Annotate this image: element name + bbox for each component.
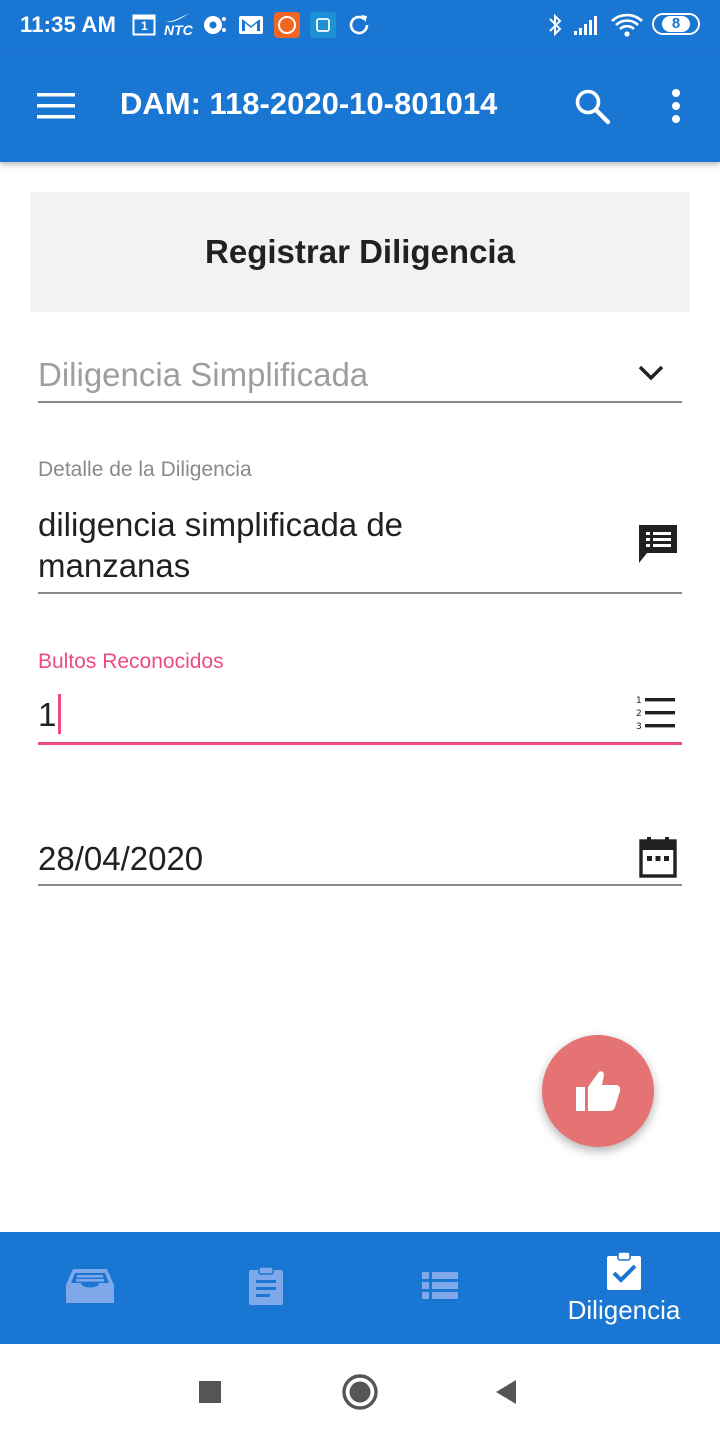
assignment-check-icon [607, 1250, 641, 1290]
recents-button[interactable] [186, 1368, 234, 1416]
home-icon [342, 1374, 378, 1410]
signal-icon [572, 12, 602, 38]
chevron-down-icon [634, 356, 668, 390]
bultos-label: Bultos Reconocidos [38, 650, 224, 673]
diligencia-type-value: Diligencia Simplificada [38, 356, 369, 393]
calendar-icon: 1 [132, 12, 156, 38]
menu-button[interactable] [28, 80, 84, 132]
status-bar: 11:35 AM 1 NTC 8 [0, 0, 720, 50]
gmail-icon [238, 12, 264, 38]
approve-fab-button[interactable] [542, 1035, 654, 1147]
detalle-underline [38, 592, 682, 594]
fecha-value: 28/04/2020 [38, 840, 204, 877]
svg-text:2: 2 [636, 709, 642, 719]
nav-item-bandeja[interactable] [0, 1232, 180, 1344]
nav-item-diligencia[interactable]: Diligencia [534, 1232, 714, 1344]
dropdown-underline [38, 401, 682, 403]
back-icon [496, 1380, 516, 1404]
ntc-label: NTC [164, 22, 193, 38]
bottom-navigation: Diligencia [0, 1232, 720, 1344]
nav-item-clipboard[interactable] [176, 1232, 356, 1344]
status-time: 11:35 AM [20, 12, 117, 37]
list-icon [422, 1272, 458, 1299]
detalle-value-line2: manzanas [38, 547, 191, 584]
nike-ntc-icon: NTC [164, 12, 193, 38]
pokeball-icon [202, 12, 228, 38]
bultos-value: 1 [38, 696, 57, 733]
search-icon [575, 89, 611, 125]
nav-label-diligencia: Diligencia [567, 1294, 681, 1325]
sync-icon [346, 12, 372, 38]
detalle-value-line1: diligencia simplificada de [38, 506, 404, 543]
calendar-icon[interactable] [638, 835, 678, 879]
detalle-label: Detalle de la Diligencia [38, 458, 252, 481]
bluetooth-icon [546, 12, 564, 38]
fecha-field[interactable]: 28/04/2020 [38, 830, 682, 890]
detalle-field[interactable]: Detalle de la Diligencia diligencia simp… [38, 456, 682, 596]
battery-icon: 8 [652, 13, 700, 35]
app-blue-icon [310, 12, 336, 38]
home-button[interactable] [336, 1368, 384, 1416]
calendar-day: 1 [141, 19, 148, 33]
diligencia-type-dropdown[interactable]: Diligencia Simplificada [38, 346, 682, 406]
battery-level: 8 [661, 16, 691, 32]
svg-text:3: 3 [636, 722, 642, 730]
nav-item-lista[interactable] [350, 1232, 530, 1344]
more-options-button[interactable] [652, 82, 700, 130]
search-button[interactable] [566, 82, 618, 130]
numbered-list-icon: 1 2 3 [634, 692, 678, 732]
thumb-up-icon [576, 1071, 621, 1111]
clipboard-icon [249, 1266, 283, 1305]
comment-list-icon [636, 522, 680, 566]
system-navigation-bar [0, 1344, 720, 1440]
app-bar: DAM: 118-2020-10-801014 [0, 50, 720, 162]
wifi-icon [610, 12, 644, 38]
svg-text:1: 1 [636, 696, 642, 706]
text-cursor [58, 694, 62, 734]
menu-icon [37, 93, 75, 119]
recents-icon [199, 1381, 221, 1403]
app-orange-icon [274, 12, 300, 38]
more-vert-icon [672, 89, 680, 123]
inbox-icon [66, 1269, 114, 1303]
fecha-underline [38, 884, 682, 886]
section-title: Registrar Diligencia [205, 233, 515, 270]
back-button[interactable] [482, 1368, 530, 1416]
bultos-underline [38, 742, 682, 745]
bultos-reconocidos-input[interactable]: Bultos Reconocidos 1 1 2 3 [38, 648, 682, 748]
section-header: Registrar Diligencia [30, 192, 690, 312]
page-title: DAM: 118-2020-10-801014 [120, 86, 498, 121]
